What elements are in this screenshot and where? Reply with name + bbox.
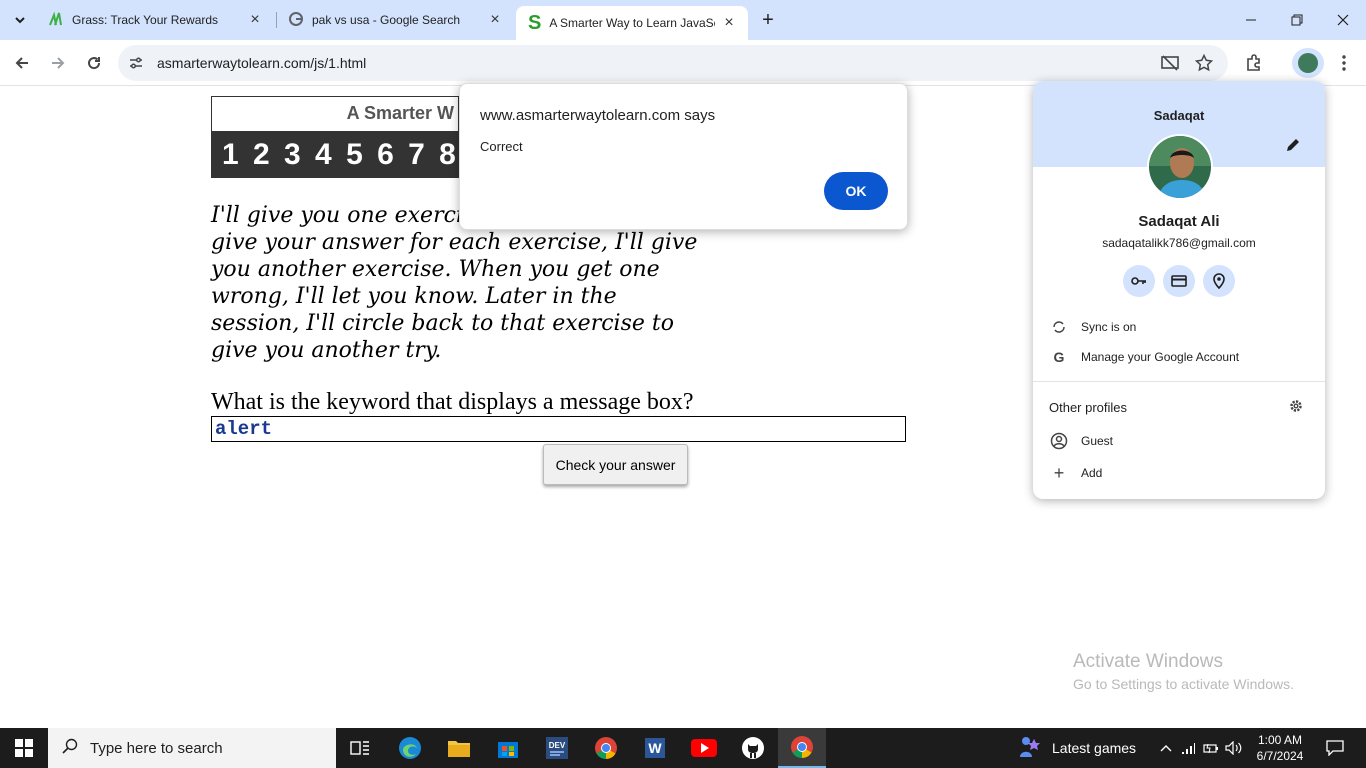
profile-name: Sadaqat <box>1153 108 1205 123</box>
windows-start-icon[interactable] <box>0 728 48 768</box>
taskbar: Type here to search DEV W Latest games 1… <box>0 728 1366 768</box>
browser-toolbar: asmarterwaytolearn.com/js/1.html <box>0 40 1366 86</box>
profile-full-name: Sadaqat Ali <box>1138 213 1220 230</box>
guest-profile[interactable]: Guest <box>1049 431 1113 451</box>
tab-grass[interactable]: Grass: Track Your Rewards × <box>36 0 274 40</box>
alert-origin: www.asmarterwaytolearn.com says <box>480 107 716 124</box>
clock-time: 1:00 AM <box>1257 733 1303 747</box>
clock[interactable]: 1:00 AM 6/7/2024 <box>1250 732 1310 764</box>
tab-title: Grass: Track Your Rewards <box>72 13 219 27</box>
word-icon[interactable]: W <box>631 728 679 768</box>
menu-kebab-icon[interactable] <box>1330 49 1358 77</box>
task-view-icon[interactable] <box>336 728 384 768</box>
guest-label: Guest <box>1081 434 1114 448</box>
latest-games-label: Latest games <box>1052 740 1137 756</box>
taskbar-search[interactable]: Type here to search <box>48 728 336 768</box>
alert-dialog: www.asmarterwaytolearn.com says Correct … <box>459 83 908 230</box>
manage-account-label: Manage your Google Account <box>1081 350 1240 364</box>
alert-message: Correct <box>480 139 523 154</box>
restore-icon[interactable] <box>1274 0 1320 40</box>
instructions-rest: give your answer for each exercise, I'll… <box>211 230 698 363</box>
tab-title: pak vs usa - Google Search <box>312 13 461 27</box>
book-title: A Smarter W <box>346 103 454 123</box>
activate-windows-subtitle: Go to Settings to activate Windows. <box>1073 676 1294 692</box>
tab-google-search[interactable]: pak vs usa - Google Search × <box>276 0 514 40</box>
profile-avatar-button[interactable] <box>1292 48 1324 78</box>
add-profile[interactable]: + Add <box>1049 462 1103 483</box>
battery-icon[interactable] <box>1200 742 1222 754</box>
book-header: A Smarter W 1 2 3 4 5 6 7 8 9 <box>211 96 459 178</box>
profile-email: sadaqatalikk786@gmail.com <box>1102 236 1256 250</box>
chevron-up-icon[interactable] <box>1156 744 1176 752</box>
manage-google-account[interactable]: G Manage your Google Account <box>1049 347 1240 367</box>
search-icon <box>62 738 78 759</box>
sync-status[interactable]: Sync is on <box>1049 317 1136 337</box>
url-text: asmarterwaytolearn.com/js/1.html <box>157 55 367 71</box>
sync-label: Sync is on <box>1081 320 1137 334</box>
address-pin-icon[interactable] <box>1203 265 1235 297</box>
edge-browser-icon[interactable] <box>386 728 434 768</box>
site-settings-icon[interactable] <box>128 55 144 76</box>
network-icon[interactable] <box>1176 741 1200 755</box>
edit-pencil-icon[interactable] <box>1285 137 1305 157</box>
bookmark-star-icon[interactable] <box>1194 53 1214 77</box>
address-bar[interactable]: asmarterwaytolearn.com/js/1.html <box>118 45 1228 81</box>
answer-input[interactable]: alert <box>211 416 906 442</box>
check-answer-button[interactable]: Check your answer <box>543 444 688 485</box>
plus-icon: + <box>1053 462 1065 483</box>
tab-title: A Smarter Way to Learn JavaScr <box>549 16 716 30</box>
tab-strip: Grass: Track Your Rewards × pak vs usa -… <box>0 0 1366 40</box>
person-circle-icon <box>1049 432 1069 450</box>
dev-app-icon[interactable]: DEV <box>533 728 581 768</box>
other-profiles-heading: Other profiles <box>1049 400 1128 415</box>
reload-icon[interactable] <box>80 49 108 77</box>
games-widget-icon <box>1018 735 1044 762</box>
alert-ok-button[interactable]: OK <box>824 172 888 210</box>
sync-icon <box>1049 320 1069 334</box>
avatar <box>1147 134 1213 200</box>
payment-card-icon[interactable] <box>1163 265 1195 297</box>
tab-smarter-way[interactable]: S A Smarter Way to Learn JavaScr × <box>516 6 748 40</box>
volume-icon[interactable] <box>1222 741 1246 755</box>
file-explorer-icon[interactable] <box>435 728 483 768</box>
add-label: Add <box>1081 466 1103 480</box>
question-text: What is the keyword that displays a mess… <box>211 389 694 415</box>
cast-blocked-icon[interactable] <box>1161 54 1179 77</box>
minimize-icon[interactable] <box>1228 0 1274 40</box>
close-tab-icon[interactable]: × <box>246 11 264 29</box>
svg-text:DEV: DEV <box>549 741 566 750</box>
close-tab-icon[interactable]: × <box>720 14 738 32</box>
google-g-icon <box>288 11 304 30</box>
close-window-icon[interactable] <box>1320 0 1366 40</box>
latest-games-widget[interactable]: Latest games <box>1018 728 1136 768</box>
profile-menu: Sadaqat Sadaqat Ali sadaqatalikk786@gmai… <box>1033 81 1325 499</box>
chrome-icon[interactable] <box>582 728 630 768</box>
instructions-first-line: I'll give you one exercis <box>211 203 475 228</box>
system-tray <box>1156 728 1246 768</box>
github-icon[interactable] <box>729 728 777 768</box>
new-tab-icon[interactable]: + <box>754 6 782 34</box>
google-g-icon: G <box>1053 349 1065 365</box>
svg-text:W: W <box>648 740 662 756</box>
microsoft-store-icon[interactable] <box>484 728 532 768</box>
divider <box>1033 381 1325 382</box>
notification-icon[interactable] <box>1318 728 1352 768</box>
forward-arrow-icon[interactable] <box>44 49 72 77</box>
gear-icon[interactable] <box>1289 399 1305 415</box>
tab-search-dropdown-icon[interactable] <box>6 6 34 34</box>
exercise-number-strip: 1 2 3 4 5 6 7 8 9 <box>212 131 458 178</box>
chrome-active-icon[interactable] <box>778 728 826 768</box>
activate-windows-title: Activate Windows <box>1073 651 1223 672</box>
clock-date: 6/7/2024 <box>1256 749 1304 763</box>
smarter-way-s-icon: S <box>528 12 542 34</box>
extensions-puzzle-icon[interactable] <box>1240 49 1268 77</box>
back-arrow-icon[interactable] <box>8 49 36 77</box>
youtube-icon[interactable] <box>680 728 728 768</box>
search-placeholder: Type here to search <box>90 739 223 757</box>
close-tab-icon[interactable]: × <box>486 11 504 29</box>
password-key-icon[interactable] <box>1123 265 1155 297</box>
grass-leaf-icon <box>48 11 64 30</box>
